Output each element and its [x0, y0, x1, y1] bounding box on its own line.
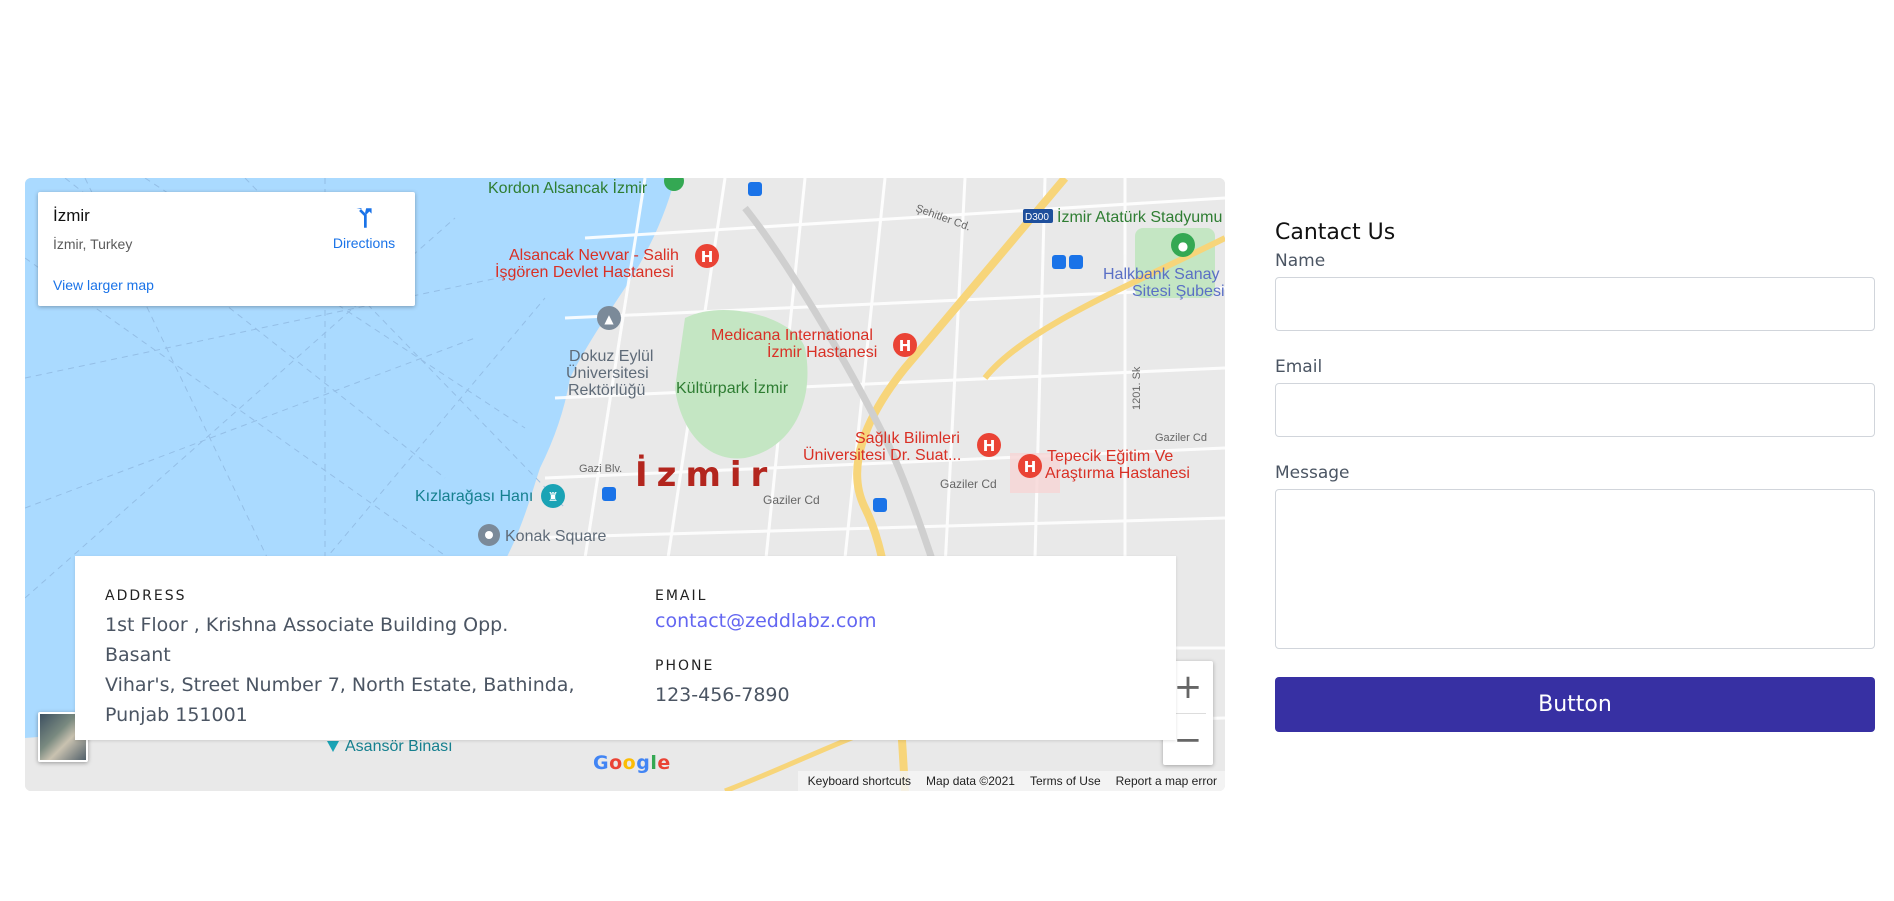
map-label: Tepecik Eğitim Ve — [1047, 448, 1173, 465]
hospital-marker[interactable]: H — [695, 244, 719, 268]
email-phone-section: EMAIL contact@zeddlabz.com PHONE 123-456… — [655, 588, 1135, 710]
message-textarea[interactable] — [1275, 489, 1875, 649]
hospital-marker[interactable]: H — [1018, 454, 1042, 478]
map-label: Sağlık Bilimleri — [855, 430, 960, 447]
email-input[interactable] — [1275, 383, 1875, 437]
stadium-marker[interactable]: ● — [1171, 233, 1195, 257]
svg-text:H: H — [983, 437, 996, 455]
map-label: Üniversitesi Dr. Suat... — [803, 446, 961, 464]
map-label: İşgören Devlet Hastanesi — [495, 262, 674, 281]
email-heading: EMAIL — [655, 588, 708, 604]
map-label: İzmir Atatürk Stadyumu — [1057, 207, 1222, 226]
phone-heading: PHONE — [655, 658, 715, 674]
keyboard-shortcuts-link[interactable]: Keyboard shortcuts — [808, 774, 911, 788]
map-attribution: Keyboard shortcuts Map data ©2021 Terms … — [797, 771, 1225, 791]
google-logo: Google — [593, 752, 671, 774]
message-label: Message — [1275, 463, 1350, 483]
street-label: Gaziler Cd — [763, 493, 820, 507]
terms-link[interactable]: Terms of Use — [1030, 774, 1101, 788]
form-title: Cantact Us — [1275, 220, 1396, 245]
street-label: 1201. Sk — [1131, 366, 1143, 410]
address-heading: ADDRESS — [105, 588, 187, 604]
directions-label: Directions — [332, 235, 396, 251]
name-label: Name — [1275, 251, 1326, 271]
map-label: Sitesi Şubesi — [1132, 283, 1225, 300]
hospital-marker[interactable]: H — [893, 333, 917, 357]
map-label: Halkbank Sanay — [1103, 266, 1220, 283]
metro-icon[interactable] — [602, 487, 616, 501]
map-label: Konak Square — [505, 528, 607, 545]
map-label: Medicana International — [711, 327, 873, 344]
map-label: Alsancak Nevvar - Salih — [509, 247, 679, 264]
map-label: Dokuz Eylül — [569, 348, 653, 365]
svg-text:H: H — [701, 248, 714, 266]
map-data-text: Map data ©2021 — [926, 774, 1015, 788]
email-label: Email — [1275, 357, 1323, 377]
submit-button[interactable]: Button — [1275, 677, 1875, 732]
map-label: Rektörlüğü — [568, 382, 645, 399]
svg-text:♜: ♜ — [548, 490, 559, 504]
name-input[interactable] — [1275, 277, 1875, 331]
street-label: Gaziler Cd — [1155, 432, 1207, 444]
contact-form: Cantact Us Name Email Message Button — [1275, 220, 1875, 732]
route-label: D300 — [1025, 212, 1049, 223]
map-label: Kültürpark İzmir — [676, 378, 789, 397]
place-pin-icon[interactable] — [478, 524, 500, 546]
map-label: Kızlarağası Hanı — [415, 488, 533, 505]
transit-icon[interactable] — [748, 182, 762, 196]
phone-text: 123-456-7890 — [655, 684, 790, 706]
city-label: İzmir — [635, 455, 777, 495]
svg-text:●: ● — [1178, 239, 1188, 253]
map-label: Araştırma Hastanesi — [1045, 465, 1190, 482]
contact-info-card: ADDRESS 1st Floor , Krishna Associate Bu… — [75, 556, 1176, 740]
map-label: Asansör Binası — [345, 738, 453, 755]
view-larger-map-link[interactable]: View larger map — [53, 277, 154, 293]
map-label: İzmir Hastanesi — [767, 342, 877, 361]
address-section: ADDRESS 1st Floor , Krishna Associate Bu… — [105, 588, 575, 730]
street-label: Gazi Blv. — [579, 463, 622, 475]
place-card: İzmir İzmir, Turkey View larger map Dire… — [38, 192, 415, 306]
landmark-marker[interactable]: ♜ — [541, 484, 565, 508]
svg-text:▲: ▲ — [604, 312, 614, 326]
transit-icon[interactable] — [873, 498, 887, 512]
directions-button[interactable]: Directions — [324, 205, 404, 251]
street-label: Gaziler Cd — [940, 477, 997, 491]
directions-icon — [356, 208, 372, 228]
address-text: 1st Floor , Krishna Associate Building O… — [105, 614, 575, 726]
svg-text:H: H — [1024, 458, 1037, 476]
email-link[interactable]: contact@zeddlabz.com — [655, 610, 876, 632]
svg-text:H: H — [899, 337, 912, 355]
map-label: Üniversitesi — [566, 364, 649, 382]
map-label: Kordon Alsancak İzmir — [488, 178, 648, 197]
report-error-link[interactable]: Report a map error — [1116, 774, 1217, 788]
hospital-marker[interactable]: H — [977, 433, 1001, 457]
university-marker[interactable]: ▲ — [597, 306, 621, 330]
